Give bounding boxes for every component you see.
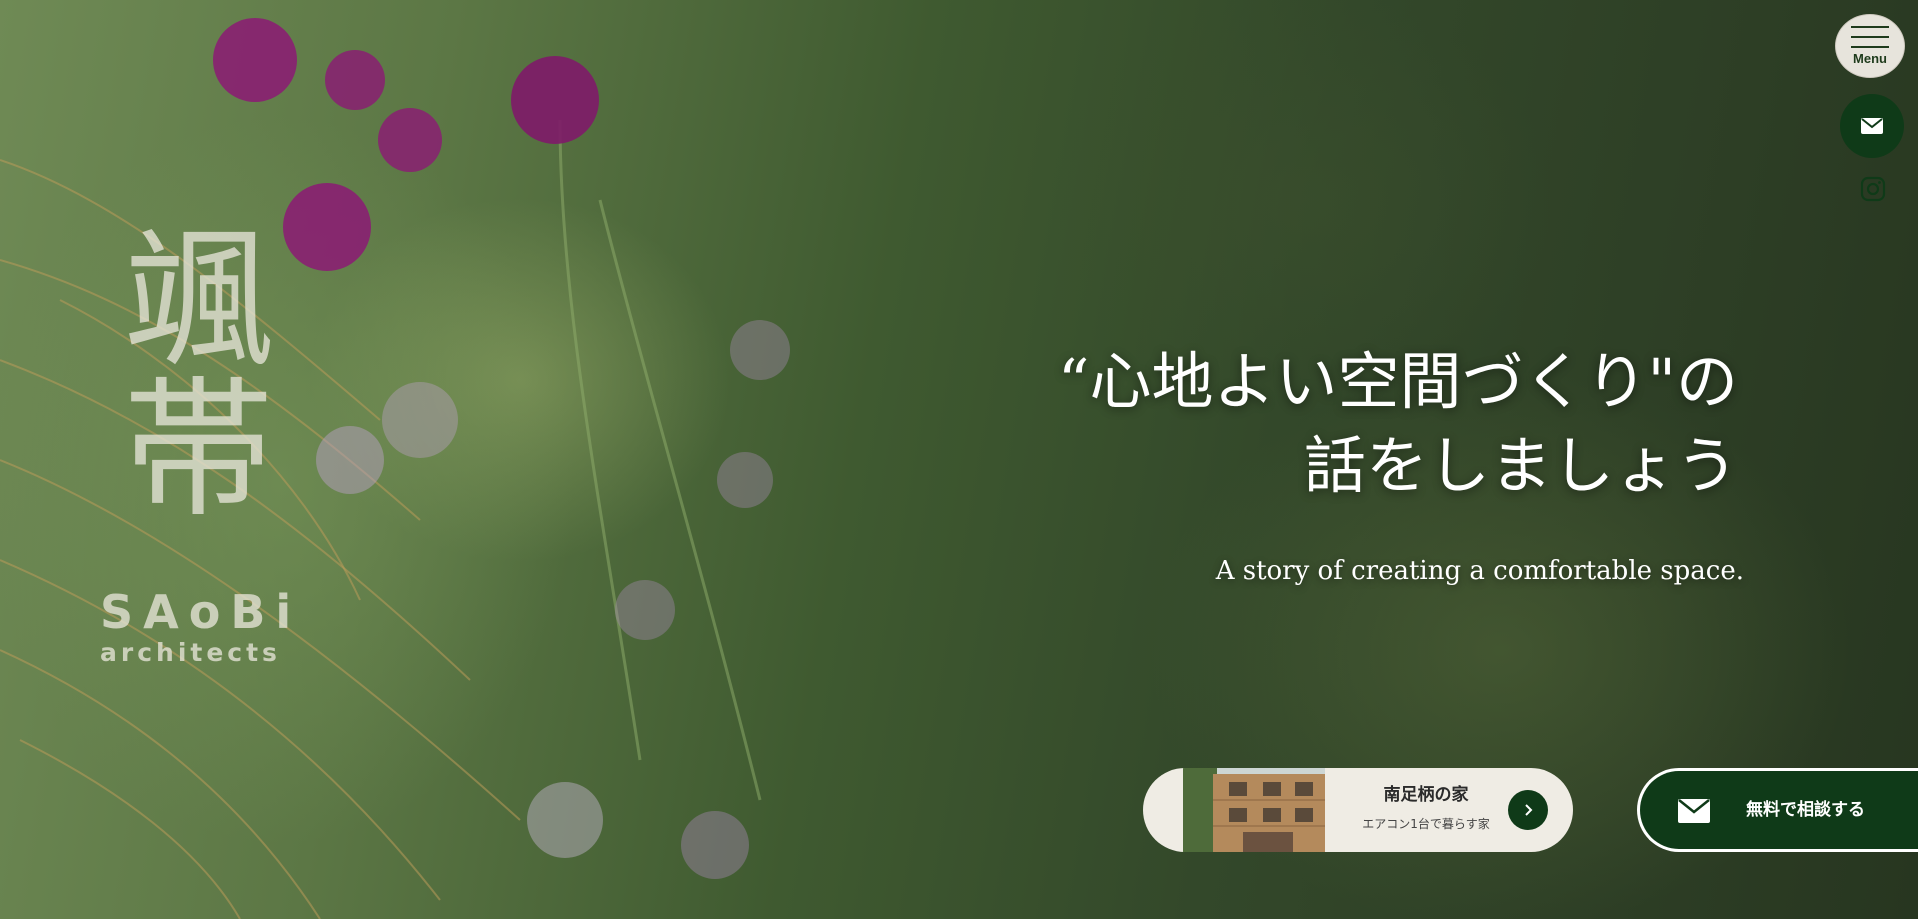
consultation-label: 無料で相談する [1746,800,1865,820]
chevron-right-icon[interactable] [1508,790,1548,830]
hamburger-icon [1851,26,1889,48]
free-consultation-button[interactable]: 無料で相談する [1637,768,1918,852]
logo-wordmark: SAoBi [100,585,302,639]
project-thumbnail [1183,768,1325,852]
contact-mail-button[interactable] [1840,94,1904,158]
hero-headline: “心地よい空間づくり"の 話をしましょう [1058,340,1738,508]
featured-project-card[interactable]: 南足柄の家 エアコン1台で暮らす家 [1143,768,1573,852]
hero-background: 颯帯 SAoBi architects “心地よい空間づくり"の 話をしましょう… [0,0,1918,919]
house-image [1183,768,1325,852]
headline-line-1: “心地よい空間づくり"の [1057,345,1738,418]
envelope-icon [1678,799,1710,823]
project-subtitle: エアコン1台で暮らす家 [1362,817,1490,831]
logo-subtitle: architects [100,638,281,667]
project-title: 南足柄の家 [1383,785,1469,805]
instagram-icon[interactable] [1860,176,1886,202]
headline-line-2: 話をしましょう [1303,429,1738,502]
menu-label: Menu [1853,51,1887,66]
logo-kanji: 颯帯 [98,220,272,520]
envelope-icon [1861,118,1883,134]
hero-subheadline: A story of creating a comfortable space. [1215,556,1744,586]
project-text: 南足柄の家 エアコン1台で暮らす家 [1341,768,1511,852]
brand-logo[interactable]: 颯帯 SAoBi architects [98,220,302,668]
menu-button[interactable]: Menu [1835,14,1905,78]
